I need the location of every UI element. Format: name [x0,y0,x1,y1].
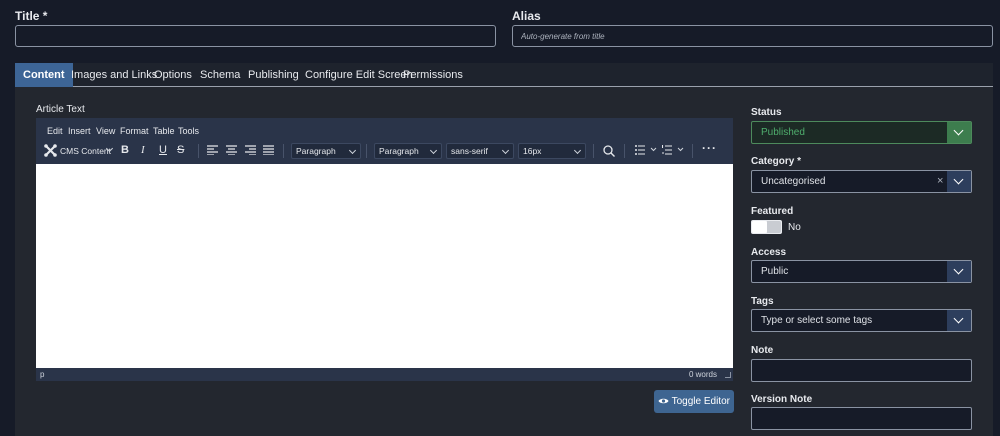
cms-content-label: CMS Content [60,146,112,156]
category-select[interactable]: Uncategorised × [751,170,972,193]
category-dropdown-button[interactable] [947,171,971,192]
word-count[interactable]: 0 words [689,370,717,379]
featured-label: Featured [751,206,794,217]
alias-label: Alias [512,9,541,23]
title-label: Title * [15,9,48,23]
font-size-select[interactable]: 16px [518,143,586,159]
chevron-down-icon [573,146,582,155]
tags-dropdown-button[interactable] [947,310,971,331]
chevron-down-icon [429,146,438,155]
tab-publishing[interactable]: Publishing [248,63,299,87]
font-family-value: sans-serif [451,146,488,156]
category-value: Uncategorised [761,176,826,187]
tab-schema[interactable]: Schema [200,63,240,87]
access-value: Public [761,266,789,277]
more-icon[interactable]: ··· [702,141,717,155]
chevron-down-icon [953,264,964,275]
clear-category-icon[interactable]: × [937,175,943,187]
element-path[interactable]: p [40,370,44,379]
menu-edit[interactable]: Edit [47,126,63,136]
search-icon[interactable] [603,145,615,157]
chevron-down-icon [953,174,964,185]
note-label: Note [751,345,774,356]
featured-switch[interactable] [751,220,782,234]
access-label: Access [751,247,787,258]
menu-format[interactable]: Format [120,126,149,136]
block-select-value: Paragraph [379,146,419,156]
align-center-icon[interactable] [226,145,237,155]
tags-placeholder: Type or select some tags [761,315,873,326]
tab-options[interactable]: Options [154,63,192,87]
align-right-icon[interactable] [245,145,256,155]
chevron-down-icon [953,125,964,136]
chevron-down-icon [953,313,964,324]
font-family-select[interactable]: sans-serif [446,143,514,159]
tab-permissions[interactable]: Permissions [403,63,463,87]
alias-input[interactable] [513,26,992,46]
alias-field[interactable] [512,25,993,47]
featured-value: No [788,222,801,233]
menu-tools[interactable]: Tools [178,126,199,136]
chevron-down-icon [501,146,510,155]
tags-select[interactable]: Type or select some tags [751,309,972,332]
title-field[interactable] [15,25,496,47]
bullet-list-icon[interactable] [635,145,659,155]
block-select[interactable]: Paragraph [374,143,442,159]
tab-images-and-links[interactable]: Images and Links [71,63,157,87]
joomla-icon [44,144,57,157]
numbered-list-icon[interactable] [662,145,686,155]
tags-label: Tags [751,296,774,307]
strikethrough-icon[interactable]: S [177,144,184,156]
category-label: Category * [751,156,802,167]
access-dropdown-button[interactable] [947,261,971,282]
align-justify-icon[interactable] [263,145,274,155]
note-field[interactable] [751,359,972,382]
status-dropdown-button[interactable] [947,122,971,143]
menu-view[interactable]: View [96,126,115,136]
format-select[interactable]: Paragraph [291,143,361,159]
version-note-label: Version Note [751,394,813,405]
bold-icon[interactable]: B [121,144,129,156]
menu-table[interactable]: Table [153,126,175,136]
toggle-editor-button[interactable]: Toggle Editor [654,390,734,413]
italic-icon[interactable]: I [141,144,145,156]
cms-content-button[interactable]: CMS Content [44,144,116,158]
format-select-value: Paragraph [296,146,336,156]
title-input[interactable] [16,26,495,46]
status-value: Published [761,127,805,138]
tab-bar: Content Images and Links Options Schema … [15,63,993,87]
status-label: Status [751,107,782,118]
editor-statusbar: p 0 words [36,368,733,381]
tab-content[interactable]: Content [15,63,73,87]
tab-configure-edit-screen[interactable]: Configure Edit Screen [305,63,413,87]
article-text-label: Article Text [36,104,85,115]
font-size-value: 16px [523,146,542,156]
editor-content-area[interactable] [36,164,733,368]
menu-insert[interactable]: Insert [68,126,91,136]
access-select[interactable]: Public [751,260,972,283]
toggle-editor-label: Toggle Editor [671,396,730,407]
status-select[interactable]: Published [751,121,972,144]
version-note-field[interactable] [751,407,972,430]
resize-handle-icon[interactable] [725,372,731,378]
eye-icon [658,398,669,404]
chevron-down-icon [348,146,357,155]
align-left-icon[interactable] [207,145,218,155]
underline-icon[interactable]: U [159,144,167,156]
